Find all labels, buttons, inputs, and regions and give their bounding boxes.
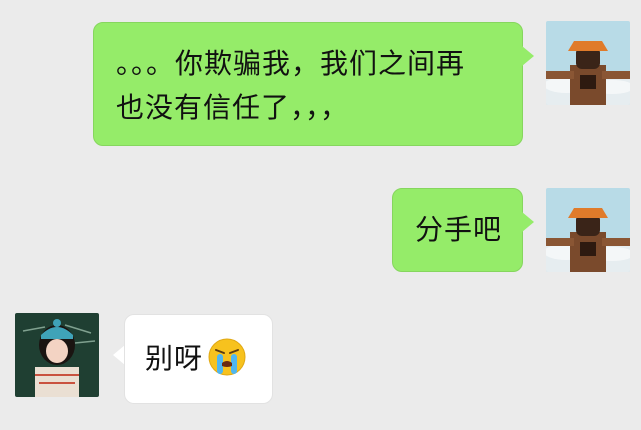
message-text: 别呀 xyxy=(145,342,204,375)
message-bubble-outgoing[interactable]: 分手吧 xyxy=(392,188,523,272)
chat-area: 。。。你欺骗我，我们之间再 也没有信任了，，， 分手吧 别呀 xyxy=(0,0,641,430)
message-bubble-outgoing[interactable]: 。。。你欺骗我，我们之间再 也没有信任了，，， xyxy=(93,22,523,146)
self-avatar[interactable] xyxy=(546,21,630,105)
other-avatar[interactable] xyxy=(15,313,99,397)
message-bubble-incoming[interactable]: 别呀 xyxy=(124,314,273,404)
self-avatar[interactable] xyxy=(546,188,630,272)
bubble-tail xyxy=(522,212,534,232)
bubble-tail xyxy=(522,46,534,66)
message-text: 分手吧 xyxy=(415,213,503,246)
message-text-line: 也没有信任了，，， xyxy=(116,91,350,124)
crying-face-emoji-icon xyxy=(207,337,247,377)
message-text-line: 。。。你欺骗我，我们之间再 xyxy=(116,47,466,80)
